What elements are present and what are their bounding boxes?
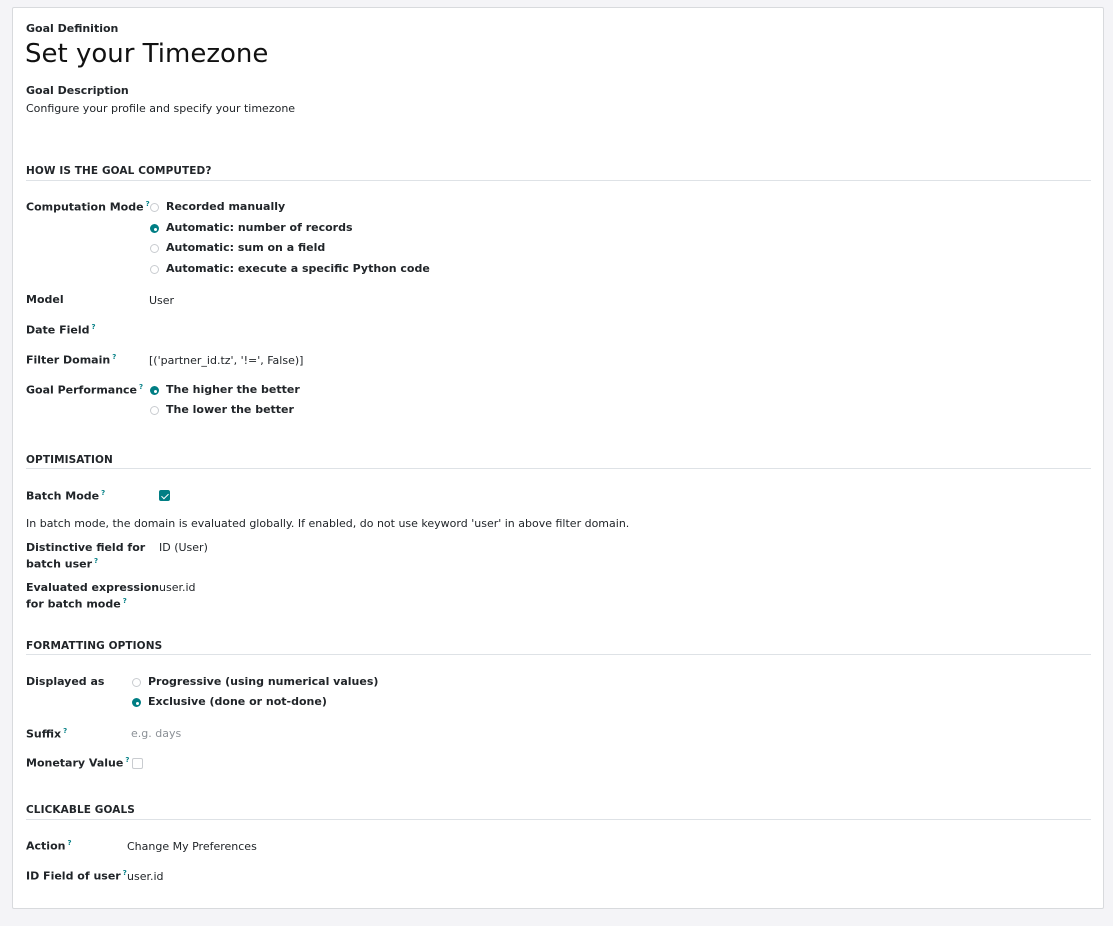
distinctive-field-label-line2: batch user? [26,557,99,571]
batch-mode-note: In batch mode, the domain is evaluated g… [26,517,630,530]
evaluated-expression-label-line1: Evaluated expression [26,581,160,594]
filter-domain-label: Filter Domain? [26,353,117,367]
id-field-value[interactable]: user.id [127,870,164,883]
radio-recorded-manually[interactable] [150,203,159,212]
radio-lower-better[interactable] [150,406,159,415]
section-divider [26,468,1091,469]
help-icon[interactable]: ? [123,597,127,605]
monetary-value-label: Monetary Value? [26,756,130,770]
section-title-clickable: CLICKABLE GOALS [26,804,135,816]
option-higher-better[interactable]: The higher the better [166,383,300,396]
option-progressive[interactable]: Progressive (using numerical values) [148,675,378,688]
radio-higher-better[interactable] [150,386,159,395]
filter-domain-value[interactable]: [('partner_id.tz', '!=', False)] [149,354,303,367]
displayed-as-label: Displayed as [26,675,105,688]
radio-progressive[interactable] [132,678,141,687]
section-divider [26,819,1091,820]
form-sheet: Goal Definition Set your Timezone Goal D… [12,7,1104,909]
option-sum-on-field[interactable]: Automatic: sum on a field [166,241,325,254]
section-title-computed: HOW IS THE GOAL COMPUTED? [26,165,212,177]
action-value[interactable]: Change My Preferences [127,840,257,853]
computation-mode-label: Computation Mode? [26,200,150,214]
suffix-input[interactable]: e.g. days [131,727,181,740]
action-label: Action? [26,839,72,853]
help-icon[interactable]: ? [67,839,71,847]
goal-performance-label: Goal Performance? [26,383,144,397]
goal-description-label: Goal Description [26,84,129,97]
page-title[interactable]: Set your Timezone [25,39,268,69]
goal-definition-label: Goal Definition [26,22,119,35]
help-icon[interactable]: ? [92,323,96,331]
batch-mode-label: Batch Mode? [26,489,106,503]
batch-mode-checkbox[interactable] [159,490,170,501]
option-exclusive[interactable]: Exclusive (done or not-done) [148,695,327,708]
section-divider [26,180,1091,181]
help-icon[interactable]: ? [112,353,116,361]
option-python-code[interactable]: Automatic: execute a specific Python cod… [166,262,430,275]
evaluated-expression-label-line2: for batch mode? [26,597,127,611]
section-title-formatting: FORMATTING OPTIONS [26,640,163,652]
help-icon[interactable]: ? [94,557,98,565]
section-title-optimisation: OPTIMISATION [26,454,113,466]
monetary-value-checkbox[interactable] [132,758,143,769]
option-recorded-manually[interactable]: Recorded manually [166,200,285,213]
radio-exclusive[interactable] [132,698,141,707]
help-icon[interactable]: ? [139,383,143,391]
radio-python-code[interactable] [150,265,159,274]
help-icon[interactable]: ? [101,489,105,497]
distinctive-field-label-line1: Distinctive field for [26,541,146,554]
radio-number-of-records[interactable] [150,224,159,233]
model-value[interactable]: User [149,294,174,307]
option-number-of-records[interactable]: Automatic: number of records [166,221,353,234]
suffix-label: Suffix? [26,727,68,741]
help-icon[interactable]: ? [125,756,129,764]
goal-description-value[interactable]: Configure your profile and specify your … [26,102,295,115]
model-label: Model [26,293,64,306]
id-field-label: ID Field of user? [26,869,127,883]
section-divider [26,654,1091,655]
option-lower-better[interactable]: The lower the better [166,403,294,416]
radio-sum-on-field[interactable] [150,244,159,253]
evaluated-expression-value[interactable]: user.id [159,581,196,594]
help-icon[interactable]: ? [63,727,67,735]
date-field-label: Date Field? [26,323,96,337]
distinctive-field-value[interactable]: ID (User) [159,541,208,554]
